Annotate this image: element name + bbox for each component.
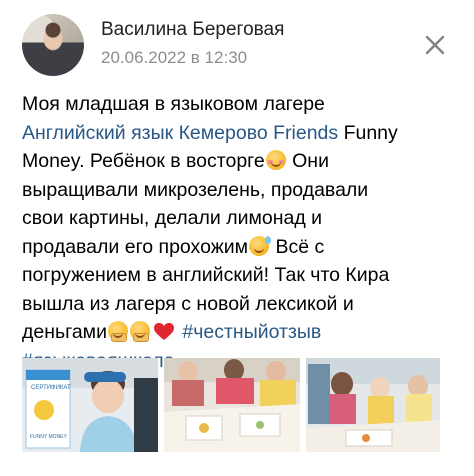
photo-thumbnail[interactable]	[306, 358, 440, 452]
grinning-sweat-emoji-icon	[249, 235, 272, 256]
close-icon[interactable]	[424, 34, 446, 56]
text-fragment: Они	[286, 150, 329, 172]
smiling-blush-emoji-icon	[265, 150, 286, 170]
text-fragment: Funny	[338, 121, 398, 144]
text-line: деньгами #честныйотзыв	[22, 318, 462, 347]
text-line: продавали его прохожим Всё с	[22, 233, 462, 262]
community-link[interactable]: Английский язык Кемерово Friends	[22, 122, 338, 144]
text-fragment: Money. Ребёнок в восторге	[22, 150, 265, 172]
certificate-subtext: FUNNY MONEY	[30, 434, 68, 440]
text-fragment: деньгами	[22, 321, 107, 343]
certificate-text: СЕРТИФИКАТ	[31, 385, 71, 391]
text-line: вышла из лагеря с новой лексикой и	[22, 290, 462, 319]
text-line: Money. Ребёнок в восторге Они	[22, 147, 462, 176]
text-fragment: свои картины, делали лимонад и	[22, 207, 323, 229]
text-fragment: Моя младшая в языковом лагере	[22, 93, 325, 115]
photo-gallery: СЕРТИФИКАТ FUNNY MONEY	[22, 358, 456, 452]
post-header: Василина Береговая 20.06.2022 в 12:30	[0, 0, 474, 80]
avatar[interactable]	[22, 14, 84, 76]
post-date[interactable]: 20.06.2022 в 12:30	[101, 48, 247, 68]
text-line: Моя младшая в языковом лагере	[22, 90, 462, 119]
photo-child-certificate-icon: СЕРТИФИКАТ FUNNY MONEY	[22, 358, 158, 452]
text-line: Английский язык Кемерово Friends Funny	[22, 119, 462, 148]
hand-over-mouth-emoji-icon	[129, 321, 150, 342]
post-text: Моя младшая в языковом лагере Английский…	[22, 90, 462, 375]
hashtag-link[interactable]: #честныйотзыв	[182, 321, 321, 343]
photo-children-table-icon	[164, 358, 300, 452]
text-fragment: продавали его прохожим	[22, 235, 249, 258]
photo-thumbnail[interactable]	[164, 358, 300, 452]
author-name[interactable]: Василина Береговая	[101, 19, 284, 41]
photo-children-crafts-icon	[306, 358, 440, 452]
text-fragment: вышла из лагеря с новой лексикой и	[22, 292, 354, 315]
photo-thumbnail[interactable]: СЕРТИФИКАТ FUNNY MONEY	[22, 358, 158, 452]
text-fragment: погружением в английский! Так что Кира	[22, 264, 390, 286]
text-line: погружением в английский! Так что Кира	[22, 261, 462, 290]
hand-over-mouth-emoji-icon	[107, 321, 128, 342]
red-heart-icon	[153, 321, 174, 340]
text-fragment: Всё с	[270, 235, 325, 258]
text-fragment: выращивали микрозелень, продавали	[22, 178, 369, 201]
text-line: выращивали микрозелень, продавали	[22, 176, 462, 205]
text-line: свои картины, делали лимонад и	[22, 204, 462, 233]
